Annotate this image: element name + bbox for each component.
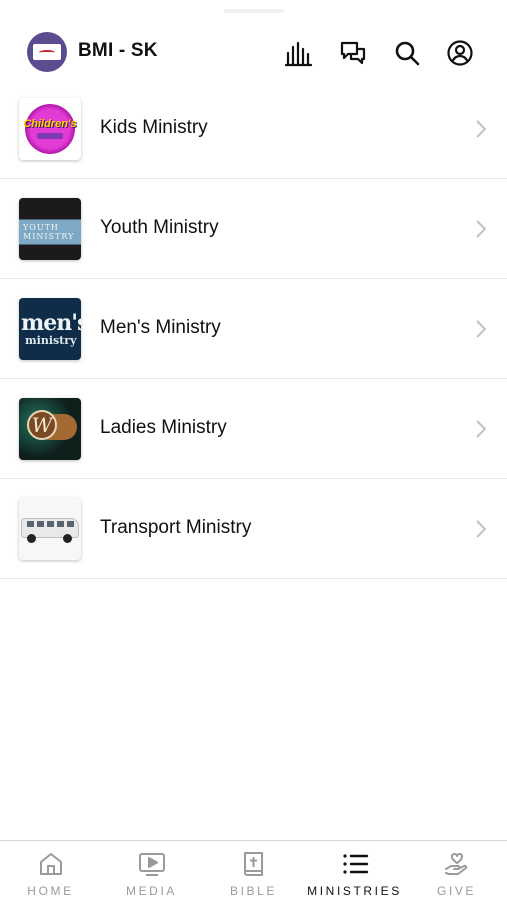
chevron-right-icon — [476, 220, 487, 238]
list-item-kids-ministry[interactable]: Children's Kids Ministry — [0, 79, 507, 179]
list-item-label: Kids Ministry — [100, 117, 208, 138]
bible-icon — [240, 850, 268, 878]
home-icon — [37, 850, 65, 878]
list-item-label: Transport Ministry — [100, 517, 252, 538]
app-title: BMI - SK — [78, 40, 158, 61]
list-item-mens-ministry[interactable]: men's ministry Men's Ministry — [0, 279, 507, 379]
list-item-label: Men's Ministry — [100, 317, 221, 338]
tab-ministries[interactable]: MINISTRIES — [304, 841, 405, 900]
tab-give[interactable]: GIVE — [406, 841, 507, 900]
list-item-ladies-ministry[interactable]: W Ladies Ministry — [0, 379, 507, 479]
chat-icon[interactable] — [338, 38, 368, 68]
profile-icon[interactable] — [445, 38, 475, 68]
list-item-youth-ministry[interactable]: YOUTH MINISTRY Youth Ministry — [0, 179, 507, 279]
list-icon — [341, 850, 369, 878]
stats-icon[interactable] — [284, 38, 314, 68]
status-bar-indicator — [223, 9, 284, 13]
media-icon — [138, 850, 166, 878]
give-icon — [443, 850, 471, 878]
bottom-tab-bar: HOME MEDIA BIBLE MINISTRIES GIVE — [0, 840, 507, 900]
ministries-list: Children's Kids Ministry YOUTH MINISTRY … — [0, 79, 507, 579]
list-item-transport-ministry[interactable]: Transport Ministry — [0, 479, 507, 579]
mens-ministry-thumbnail: men's ministry — [19, 298, 81, 360]
transport-ministry-thumbnail — [19, 498, 81, 560]
chevron-right-icon — [476, 120, 487, 138]
chevron-right-icon — [476, 420, 487, 438]
ladies-ministry-thumbnail: W — [19, 398, 81, 460]
kids-ministry-thumbnail: Children's — [19, 98, 81, 160]
tab-bible[interactable]: BIBLE — [203, 841, 304, 900]
tab-media[interactable]: MEDIA — [101, 841, 202, 900]
list-item-label: Ladies Ministry — [100, 417, 227, 438]
app-header: BMI - SK — [0, 28, 507, 76]
list-item-label: Youth Ministry — [100, 217, 219, 238]
tab-home[interactable]: HOME — [0, 841, 101, 900]
search-icon[interactable] — [392, 38, 422, 68]
ministries-screen: BMI - SK Children's Kids Ministry YOUTH … — [0, 0, 507, 900]
youth-ministry-thumbnail: YOUTH MINISTRY — [19, 198, 81, 260]
app-logo[interactable] — [27, 32, 67, 72]
chevron-right-icon — [476, 520, 487, 538]
chevron-right-icon — [476, 320, 487, 338]
